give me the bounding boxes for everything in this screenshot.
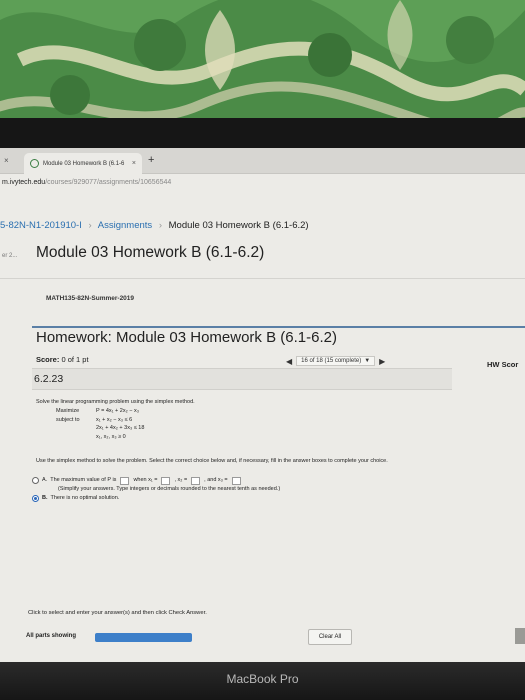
browser-tab-bar: × Module 03 Homework B (6.1-6 × + [0,148,525,174]
question-number: 6.2.23 [34,373,64,385]
breadcrumb: 5-82N-N1-201910-I › Assignments › Module… [0,220,309,231]
constraint-3: x₁, x₂, x₃ ≥ 0 [96,433,126,440]
constraint-1: x₁ + x₂ − x₃ ≤ 6 [96,416,133,423]
browser-screen: × Module 03 Homework B (6.1-6 × + m.ivyt… [0,148,525,670]
answer-choices: A. The maximum value of P is when x₁ = ,… [32,476,280,503]
p-answer-box[interactable] [120,476,130,485]
option-b[interactable]: B. There is no optimal solution. [32,494,280,503]
breadcrumb-current: Module 03 Homework B (6.1-6.2) [168,220,309,231]
device-label: MacBook Pro [226,672,299,686]
breadcrumb-course[interactable]: 5-82N-N1-201910-I [0,220,82,231]
breadcrumb-assignments[interactable]: Assignments [98,220,152,231]
photo-scene: × Module 03 Homework B (6.1-6 × + m.ivyt… [0,0,525,700]
subject-to-label: subject to [56,416,80,423]
maximize-label: Maximize [56,408,80,414]
divider [0,278,525,279]
hw-score-label: HW Scor [487,360,519,369]
score-value: 0 of 1 pt [61,355,89,364]
left-sidebar-label[interactable]: er 2... [2,253,17,259]
previous-question-icon[interactable]: ◀ [286,357,292,366]
problem-statement: Solve the linear programming problem usi… [36,399,195,405]
laptop-bottom-bezel: MacBook Pro [0,662,525,700]
address-bar[interactable]: m.ivytech.edu/courses/929077/assignments… [0,174,525,194]
objective-function: P = 4x₁ + 2x₂ − x₃ [96,408,139,414]
x3-answer-box[interactable] [231,476,241,485]
page-title: Module 03 Homework B (6.1-6.2) [36,244,265,261]
option-a-text4: , and x₃ = [204,477,228,483]
all-parts-label: All parts showing [26,633,77,639]
score-label: Score: [36,355,60,364]
question-navigator: ◀ 16 of 18 (15 complete) ▼ ▶ [286,356,385,366]
breadcrumb-separator: › [158,220,162,231]
option-a-text1: The maximum value of P is [50,477,117,483]
option-a-radio[interactable] [32,477,39,484]
option-b-radio[interactable] [32,495,39,502]
breadcrumb-separator: › [88,220,92,231]
question-progress: 16 of 18 (15 complete) [301,358,362,364]
close-window-icon[interactable]: × [4,156,9,165]
course-code: MATH135-82N-Summer-2019 [46,295,135,302]
next-question-icon[interactable]: ▶ [379,357,385,366]
question-bar [32,368,452,390]
clear-all-button[interactable]: Clear All [308,629,352,645]
option-a-note: (Simplify your answers. Type integers or… [58,486,281,492]
footer-instruction: Click to select and enter your answer(s)… [28,610,207,616]
option-b-text: There is no optimal solution. [50,495,120,501]
x1-answer-box[interactable] [161,476,171,485]
laptop-bezel [0,118,525,148]
url-host: m.ivytech.edu [2,179,46,186]
browser-tab[interactable]: Module 03 Homework B (6.1-6 × [24,153,142,174]
tab-title: Module 03 Homework B (6.1-6 [43,160,125,167]
question-select[interactable]: 16 of 18 (15 complete) ▼ [296,356,376,366]
homework-title: Homework: Module 03 Homework B (6.1-6.2) [36,329,337,346]
chevron-down-icon: ▼ [364,358,371,364]
x2-answer-box[interactable] [191,476,201,485]
instruction-text: Use the simplex method to solve the prob… [36,458,388,464]
check-answer-button-edge[interactable] [515,628,525,644]
lp-problem: Maximize P = 4x₁ + 2x₂ − x₃ subject to x… [56,407,144,441]
favicon-icon [30,159,39,168]
parts-progress-bar [95,633,192,642]
parts-progress-fill [95,633,192,642]
tab-close-icon[interactable]: × [132,160,136,167]
constraint-2: 2x₁ + 4x₂ + 3x₃ ≤ 18 [96,425,145,431]
new-tab-button[interactable]: + [148,154,154,166]
url-path: /courses/929077/assignments/10656544 [45,179,172,186]
option-b-prefix: B. [42,495,48,501]
option-a[interactable]: A. The maximum value of P is when x₁ = ,… [32,476,280,485]
option-a-text3: , x₂ = [174,477,188,483]
homework-header-rule [32,326,525,328]
option-a-prefix: A. [42,477,48,483]
score: Score: 0 of 1 pt [36,355,89,364]
option-a-text2: when x₁ = [133,477,158,483]
